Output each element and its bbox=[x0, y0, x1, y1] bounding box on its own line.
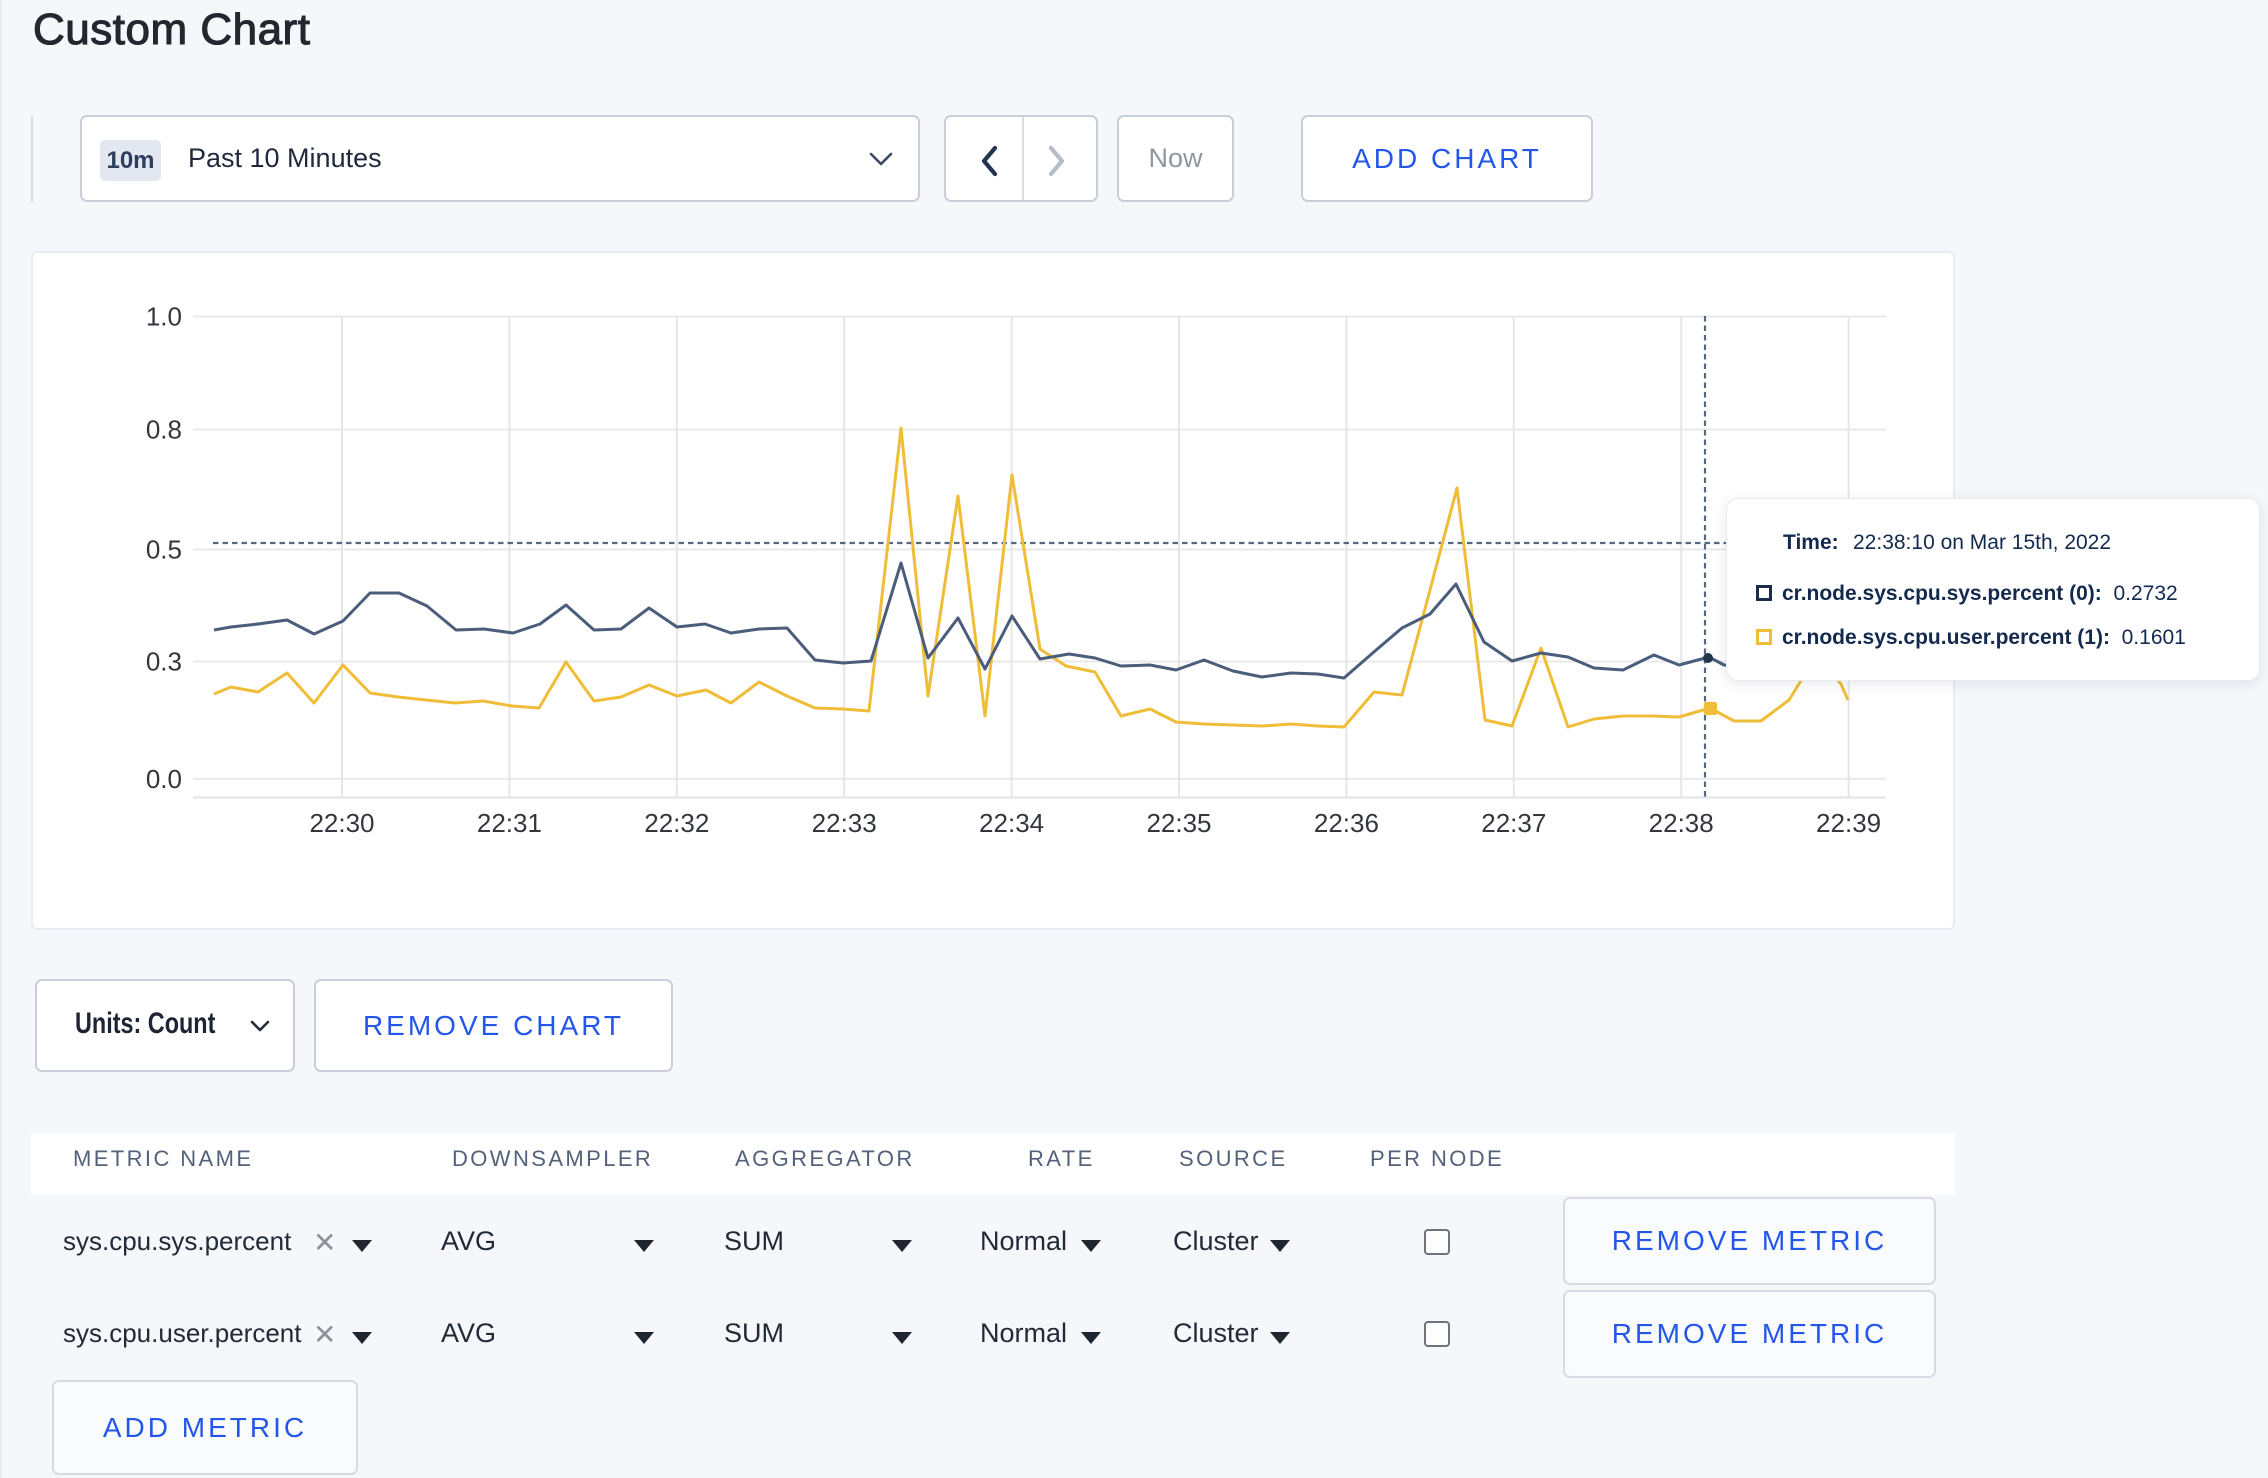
svg-text:22:30: 22:30 bbox=[309, 808, 374, 838]
svg-text:0.0: 0.0 bbox=[146, 764, 182, 794]
svg-text:0.3: 0.3 bbox=[146, 647, 182, 677]
svg-text:22:31: 22:31 bbox=[477, 808, 542, 838]
svg-text:22:34: 22:34 bbox=[979, 808, 1044, 838]
svg-text:22:32: 22:32 bbox=[644, 808, 709, 838]
svg-text:22:38: 22:38 bbox=[1649, 808, 1714, 838]
svg-text:1.0: 1.0 bbox=[146, 302, 182, 332]
svg-text:0.8: 0.8 bbox=[146, 415, 182, 445]
svg-text:0.5: 0.5 bbox=[146, 535, 182, 565]
svg-text:22:35: 22:35 bbox=[1146, 808, 1211, 838]
svg-text:22:39: 22:39 bbox=[1816, 808, 1881, 838]
svg-text:22:33: 22:33 bbox=[812, 808, 877, 838]
svg-text:22:37: 22:37 bbox=[1481, 808, 1546, 838]
svg-text:22:36: 22:36 bbox=[1314, 808, 1379, 838]
